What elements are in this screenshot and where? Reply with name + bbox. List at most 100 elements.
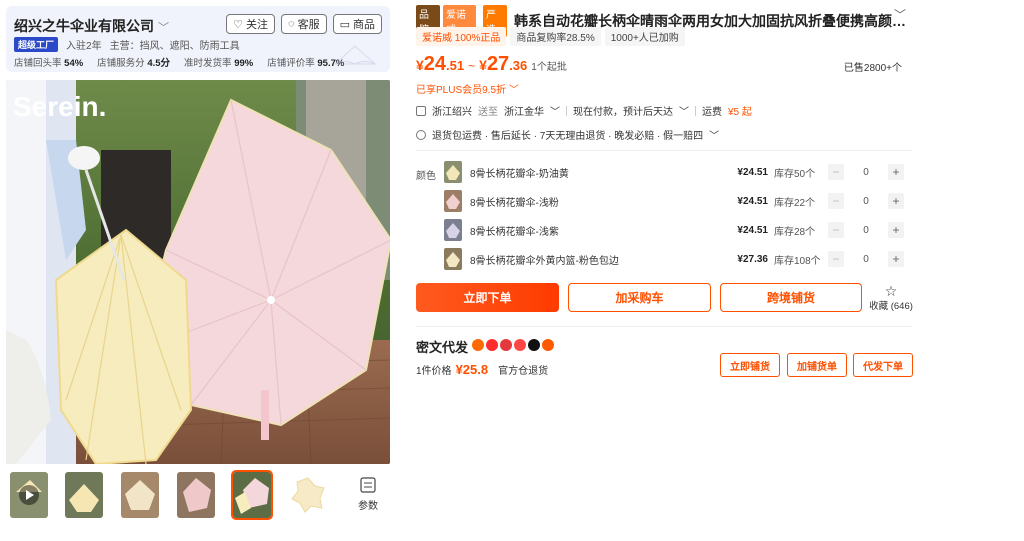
heart-icon: ♡ — [233, 18, 244, 31]
list-now-button[interactable]: 立即铺货 — [720, 353, 780, 377]
sku-name: 8骨长柄花瓣伞-奶油黄 — [470, 168, 569, 180]
sku-name: 8骨长柄花瓣伞-浅紫 — [470, 226, 559, 238]
sku-price: ¥24.51 — [737, 195, 768, 207]
authentic-chip: 爱诺威 100%正品 — [416, 27, 507, 46]
follow-label: 关注 — [246, 19, 269, 31]
shipping-info: 浙江绍兴 送至 浙江金华 ﹀ 现在付款，预计后天达 ﹀ 运费 ¥5 起 — [416, 103, 752, 118]
thumbnail-strip: 参数 — [6, 470, 390, 522]
main-product-image[interactable]: Serein. — [6, 80, 390, 464]
sku-thumbnail[interactable] — [444, 161, 462, 183]
quantity-stepper: − 0 + — [828, 193, 904, 209]
sku-row: 8骨长柄花瓣伞外黄内篮-粉色包边 ¥27.36 库存108个 − 0 + — [444, 248, 906, 270]
params-icon — [360, 477, 376, 493]
chevron-down-icon[interactable]: ﹀ — [158, 22, 169, 34]
quantity-input[interactable]: 0 — [844, 167, 888, 178]
chevron-down-icon[interactable]: ﹀ — [679, 103, 689, 118]
shop-name-text[interactable]: 绍兴之牛伞业有限公司 — [14, 18, 154, 34]
price-high-dec: .36 — [509, 58, 528, 73]
price-low-dec: .51 — [446, 58, 465, 73]
shop-stat: 准时发货率 99% — [184, 58, 254, 69]
chat-icon: ◌ — [288, 18, 295, 30]
dropship-price-label: 1件价格 — [416, 366, 452, 377]
minus-button[interactable]: − — [828, 222, 844, 238]
sku-price: ¥27.36 — [737, 253, 768, 265]
thumbnail-image[interactable] — [177, 472, 215, 518]
sku-thumbnail[interactable] — [444, 219, 462, 241]
ship-to-prefix: 送至 — [478, 107, 498, 118]
plus-button[interactable]: + — [888, 164, 904, 180]
quantity-input[interactable]: 0 — [844, 225, 888, 236]
params-button[interactable]: 参数 — [348, 476, 388, 512]
service-guarantees[interactable]: 退货包运费 · 售后延长 · 7天无理由退货 · 晚发必赔 · 假一赔四 ﹀ — [416, 127, 719, 142]
shop-main-business: 主营：挡风、遮阳、防雨工具 — [109, 41, 240, 52]
minimum-order: 1个起批 — [531, 62, 567, 73]
umbrella-photo: Serein. — [6, 80, 390, 464]
thumbnail-image[interactable] — [121, 472, 159, 518]
platform-icon — [542, 339, 554, 351]
chevron-down-icon[interactable]: ﹀ — [550, 103, 560, 118]
thumbnail-image[interactable] — [65, 472, 103, 518]
platform-icon — [514, 339, 526, 351]
plus-button[interactable]: + — [888, 222, 904, 238]
buy-now-button[interactable]: 立即下单 — [416, 283, 559, 312]
sku-stock: 库存28个 — [774, 226, 816, 238]
sold-count: 已售2800+个 — [843, 63, 902, 74]
minus-button[interactable]: − — [828, 251, 844, 267]
super-factory-badge: 超级工厂 — [14, 37, 59, 52]
price-separator: ~ — [468, 59, 476, 73]
dropship-return-note: 官方仓退货 — [498, 366, 549, 377]
quantity-input[interactable]: 0 — [844, 254, 888, 265]
minus-button[interactable]: − — [828, 193, 844, 209]
dropship-order-button[interactable]: 代发下单 — [853, 353, 913, 377]
minus-button[interactable]: − — [828, 164, 844, 180]
umbrella-decoration-icon — [333, 45, 377, 65]
params-label: 参数 — [358, 501, 378, 512]
dropship-price: ¥25.8 — [455, 362, 489, 377]
follow-button[interactable]: ♡ 关注 — [226, 14, 276, 34]
sku-thumbnail[interactable] — [444, 248, 462, 270]
truck-icon — [416, 105, 426, 116]
store-icon: ▭ — [339, 18, 350, 31]
cross-border-button[interactable]: 跨境铺货 — [720, 283, 862, 312]
add-to-cart-button[interactable]: 加采购车 — [568, 283, 711, 312]
sku-row: 8骨长柄花瓣伞-浅粉 ¥24.51 库存22个 − 0 + — [444, 190, 906, 212]
platform-icon — [486, 339, 498, 351]
currency-symbol: ¥ — [479, 57, 487, 73]
currency-symbol: ¥ — [416, 57, 424, 73]
platform-icon — [500, 339, 512, 351]
plus-button[interactable]: + — [888, 193, 904, 209]
ship-to-select[interactable]: 浙江金华 — [504, 103, 544, 118]
shield-icon — [416, 129, 426, 140]
sku-price: ¥24.51 — [737, 224, 768, 236]
sku-row: 8骨长柄花瓣伞-奶油黄 ¥24.51 库存50个 − 0 + — [444, 161, 906, 183]
ship-from: 浙江绍兴 — [432, 107, 472, 118]
sku-price: ¥24.51 — [737, 166, 768, 178]
divider — [416, 150, 912, 151]
sku-thumbnail[interactable] — [444, 190, 462, 212]
favorite-button[interactable]: ☆ 收藏 (646) — [866, 284, 916, 312]
dropship-price-row: 1件价格 ¥25.8 官方仓退货 — [416, 362, 548, 377]
quantity-input[interactable]: 0 — [844, 196, 888, 207]
service-list: 退货包运费 · 售后延长 · 7天无理由退货 · 晚发必赔 · 假一赔四 — [432, 131, 704, 142]
sku-stock: 库存50个 — [774, 168, 816, 180]
add-listing-button[interactable]: 加铺货单 — [787, 353, 847, 377]
customer-service-button[interactable]: ◌ 客服 — [281, 14, 327, 34]
price-row: ¥ 24 .51 ~ ¥ 27 .36 1个起批 已售2800+个 — [416, 53, 906, 79]
thumbnail-image[interactable] — [289, 472, 327, 518]
favorite-label: 收藏 (646) — [869, 301, 913, 312]
quantity-stepper: − 0 + — [828, 164, 904, 180]
plus-button[interactable]: + — [888, 251, 904, 267]
sku-name: 8骨长柄花瓣伞-浅粉 — [470, 197, 559, 209]
platform-icons — [472, 339, 554, 351]
thumbnail-video[interactable] — [10, 472, 48, 518]
store-products-button[interactable]: ▭ 商品 — [332, 14, 382, 34]
chevron-down-icon[interactable]: ﹀ — [894, 6, 906, 23]
shop-name[interactable]: 绍兴之牛伞业有限公司 ﹀ — [14, 16, 169, 36]
sku-stock: 库存22个 — [774, 197, 816, 209]
cart-count-chip: 1000+人已加购 — [604, 27, 685, 46]
chevron-down-icon: ﹀ — [709, 131, 720, 142]
plus-discount[interactable]: 已享PLUS会员9.5折 ﹀ — [416, 81, 519, 96]
thumbnail-image-active[interactable] — [231, 470, 273, 520]
divider — [416, 326, 912, 327]
platform-icon — [472, 339, 484, 351]
